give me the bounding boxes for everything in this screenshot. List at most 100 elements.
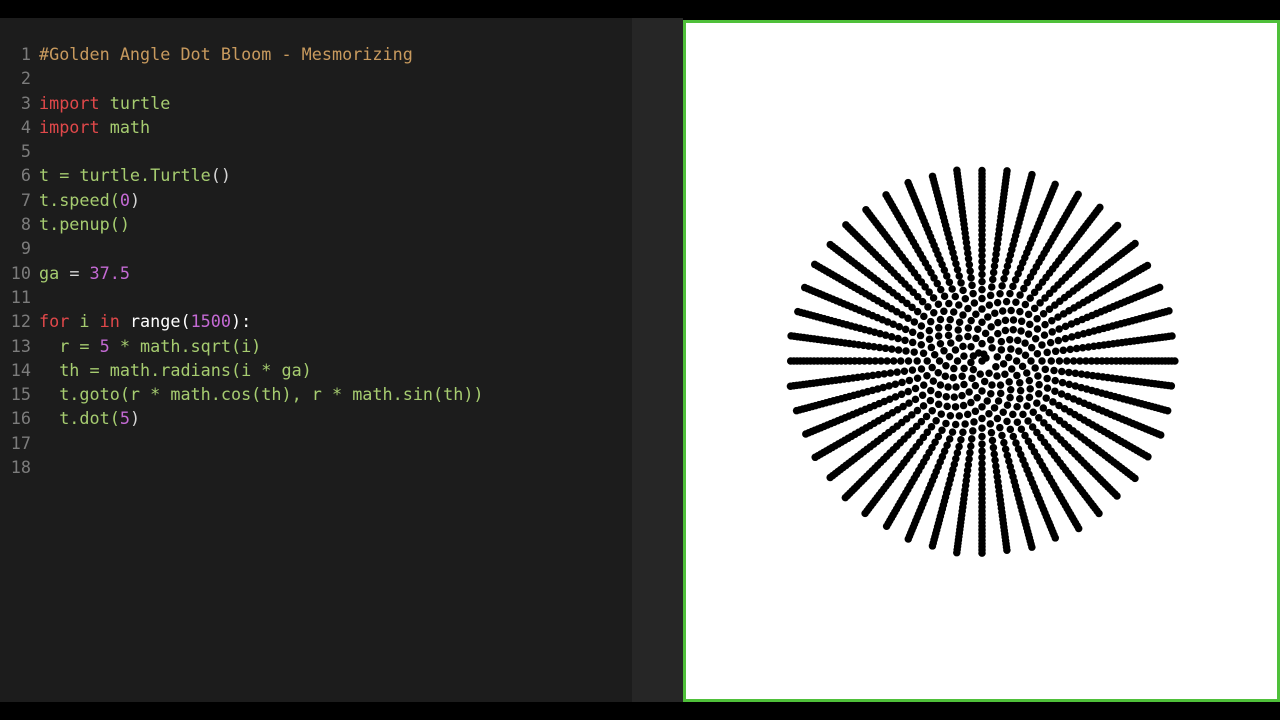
- bloom-dot: [1155, 283, 1164, 292]
- bloom-dot: [1031, 335, 1040, 343]
- bloom-dot: [927, 343, 936, 352]
- bloom-dot: [1041, 365, 1050, 374]
- bloom-dot: [826, 240, 835, 249]
- bloom-dot: [1163, 407, 1172, 415]
- code-line[interactable]: 7 t.speed(0): [0, 188, 484, 212]
- code-lines[interactable]: 1 #Golden Angle Dot Bloom - Mesmorizing 2 3…: [0, 42, 484, 479]
- code-token: t.penup(): [39, 214, 130, 235]
- editor-side-panel: [632, 18, 683, 702]
- bloom-dot: [917, 340, 926, 349]
- bloom-dot: [1017, 317, 1026, 326]
- line-number: 14: [10, 359, 31, 380]
- code-line[interactable]: 15 t.goto(r * math.cos(th), r * math.sin…: [0, 382, 484, 406]
- bloom-dot: [928, 172, 937, 181]
- bloom-dot: [1023, 369, 1031, 377]
- bloom-dot: [932, 417, 940, 425]
- code-token: Turtle: [150, 165, 211, 186]
- bloom-dot: [978, 277, 986, 286]
- code-line[interactable]: 4 import math: [0, 115, 484, 139]
- code-line[interactable]: 5: [0, 139, 484, 163]
- bloom-dot: [904, 387, 912, 396]
- code-token: for: [39, 311, 70, 332]
- bloom-dot: [954, 326, 962, 334]
- bloom-dot: [934, 390, 943, 399]
- code-line[interactable]: 13 r = 5 * math.sqrt(i): [0, 334, 484, 358]
- bloom-dot: [934, 300, 943, 308]
- bloom-dot: [948, 285, 956, 293]
- bloom-dot: [1113, 492, 1121, 500]
- bloom-dot: [904, 535, 913, 543]
- code-line[interactable]: 8 t.penup(): [0, 212, 484, 236]
- bloom-dot: [978, 285, 986, 294]
- code-line[interactable]: 9: [0, 236, 484, 260]
- bloom-dot: [953, 548, 961, 557]
- bloom-dot: [917, 365, 926, 373]
- bloom-dot: [1018, 362, 1027, 371]
- bloom-dot: [967, 274, 975, 282]
- bloom-dot: [1023, 402, 1031, 410]
- bloom-dot: [917, 322, 926, 330]
- bloom-dot: [1001, 326, 1010, 335]
- code-line[interactable]: 17: [0, 431, 484, 455]
- bloom-dot: [970, 299, 979, 307]
- bloom-dot: [949, 373, 958, 382]
- bloom-dot: [985, 369, 993, 377]
- bloom-dot: [1002, 297, 1011, 306]
- code-line[interactable]: 16 t.dot(5): [0, 406, 484, 430]
- bloom-dot: [935, 357, 944, 365]
- bloom-dot: [893, 368, 901, 376]
- code-editor[interactable]: 1 #Golden Angle Dot Bloom - Mesmorizing 2 3…: [0, 18, 632, 702]
- bloom-dot: [987, 390, 995, 398]
- bloom-dot: [888, 345, 896, 353]
- code-line[interactable]: 14 th = math.radians(i * ga): [0, 358, 484, 382]
- code-line[interactable]: 18: [0, 455, 484, 479]
- bloom-dot: [946, 412, 955, 420]
- bloom-dot: [999, 360, 1008, 368]
- bloom-dot: [968, 281, 976, 290]
- bloom-dot: [1015, 347, 1023, 355]
- bloom-dot: [969, 365, 978, 374]
- code-token: #Golden Angle Dot Bloom - Mesmorizing: [39, 44, 413, 64]
- bloom-dot: [963, 410, 972, 419]
- bloom-dot: [1019, 410, 1027, 419]
- code-token: math: [99, 116, 151, 137]
- bloom-dot: [1016, 307, 1024, 316]
- code-line[interactable]: 2: [0, 66, 484, 90]
- code-token: r =: [39, 335, 100, 356]
- code-line[interactable]: 3 import turtle: [0, 91, 484, 115]
- turtle-canvas-window[interactable]: [683, 20, 1280, 702]
- bloom-dot: [959, 401, 968, 410]
- bloom-dot: [930, 351, 939, 359]
- code-line[interactable]: 11: [0, 285, 484, 309]
- code-line[interactable]: 12 for i in range(1500):: [0, 309, 484, 333]
- bloom-dot: [998, 282, 1006, 290]
- code-line[interactable]: 6 t = turtle. Turtle(): [0, 163, 484, 187]
- bloom-dot: [959, 428, 967, 437]
- bloom-dot: [978, 549, 986, 557]
- bloom-dot: [976, 370, 985, 378]
- bloom-dot: [944, 383, 952, 391]
- bloom-dot: [955, 272, 963, 280]
- bloom-dot: [1058, 378, 1067, 387]
- bloom-dot: [928, 542, 937, 550]
- code-line[interactable]: 10 ga = 37.5: [0, 261, 484, 285]
- bloom-dot: [987, 428, 996, 437]
- code-token: t.speed(: [39, 189, 120, 210]
- bloom-dot: [1046, 338, 1055, 347]
- bloom-dot: [901, 336, 909, 345]
- line-number: 15: [10, 384, 31, 405]
- bloom-dot: [1012, 357, 1021, 365]
- bloom-dot: [993, 414, 1002, 423]
- bloom-dot: [988, 436, 997, 445]
- code-line[interactable]: 1 #Golden Angle Dot Bloom - Mesmorizing: [0, 42, 484, 66]
- bloom-dot: [1031, 364, 1039, 372]
- bloom-dot: [1003, 546, 1011, 554]
- bloom-dot: [1016, 291, 1024, 299]
- bloom-dot: [811, 453, 819, 462]
- bloom-dot: [800, 283, 809, 292]
- bloom-dot: [1024, 330, 1033, 338]
- bloom-dot: [960, 352, 968, 360]
- code-token: t.goto(r * math.cos(th), r * math.sin(th…: [39, 384, 484, 405]
- bloom-dot: [996, 389, 1005, 398]
- bloom-dot: [882, 191, 890, 199]
